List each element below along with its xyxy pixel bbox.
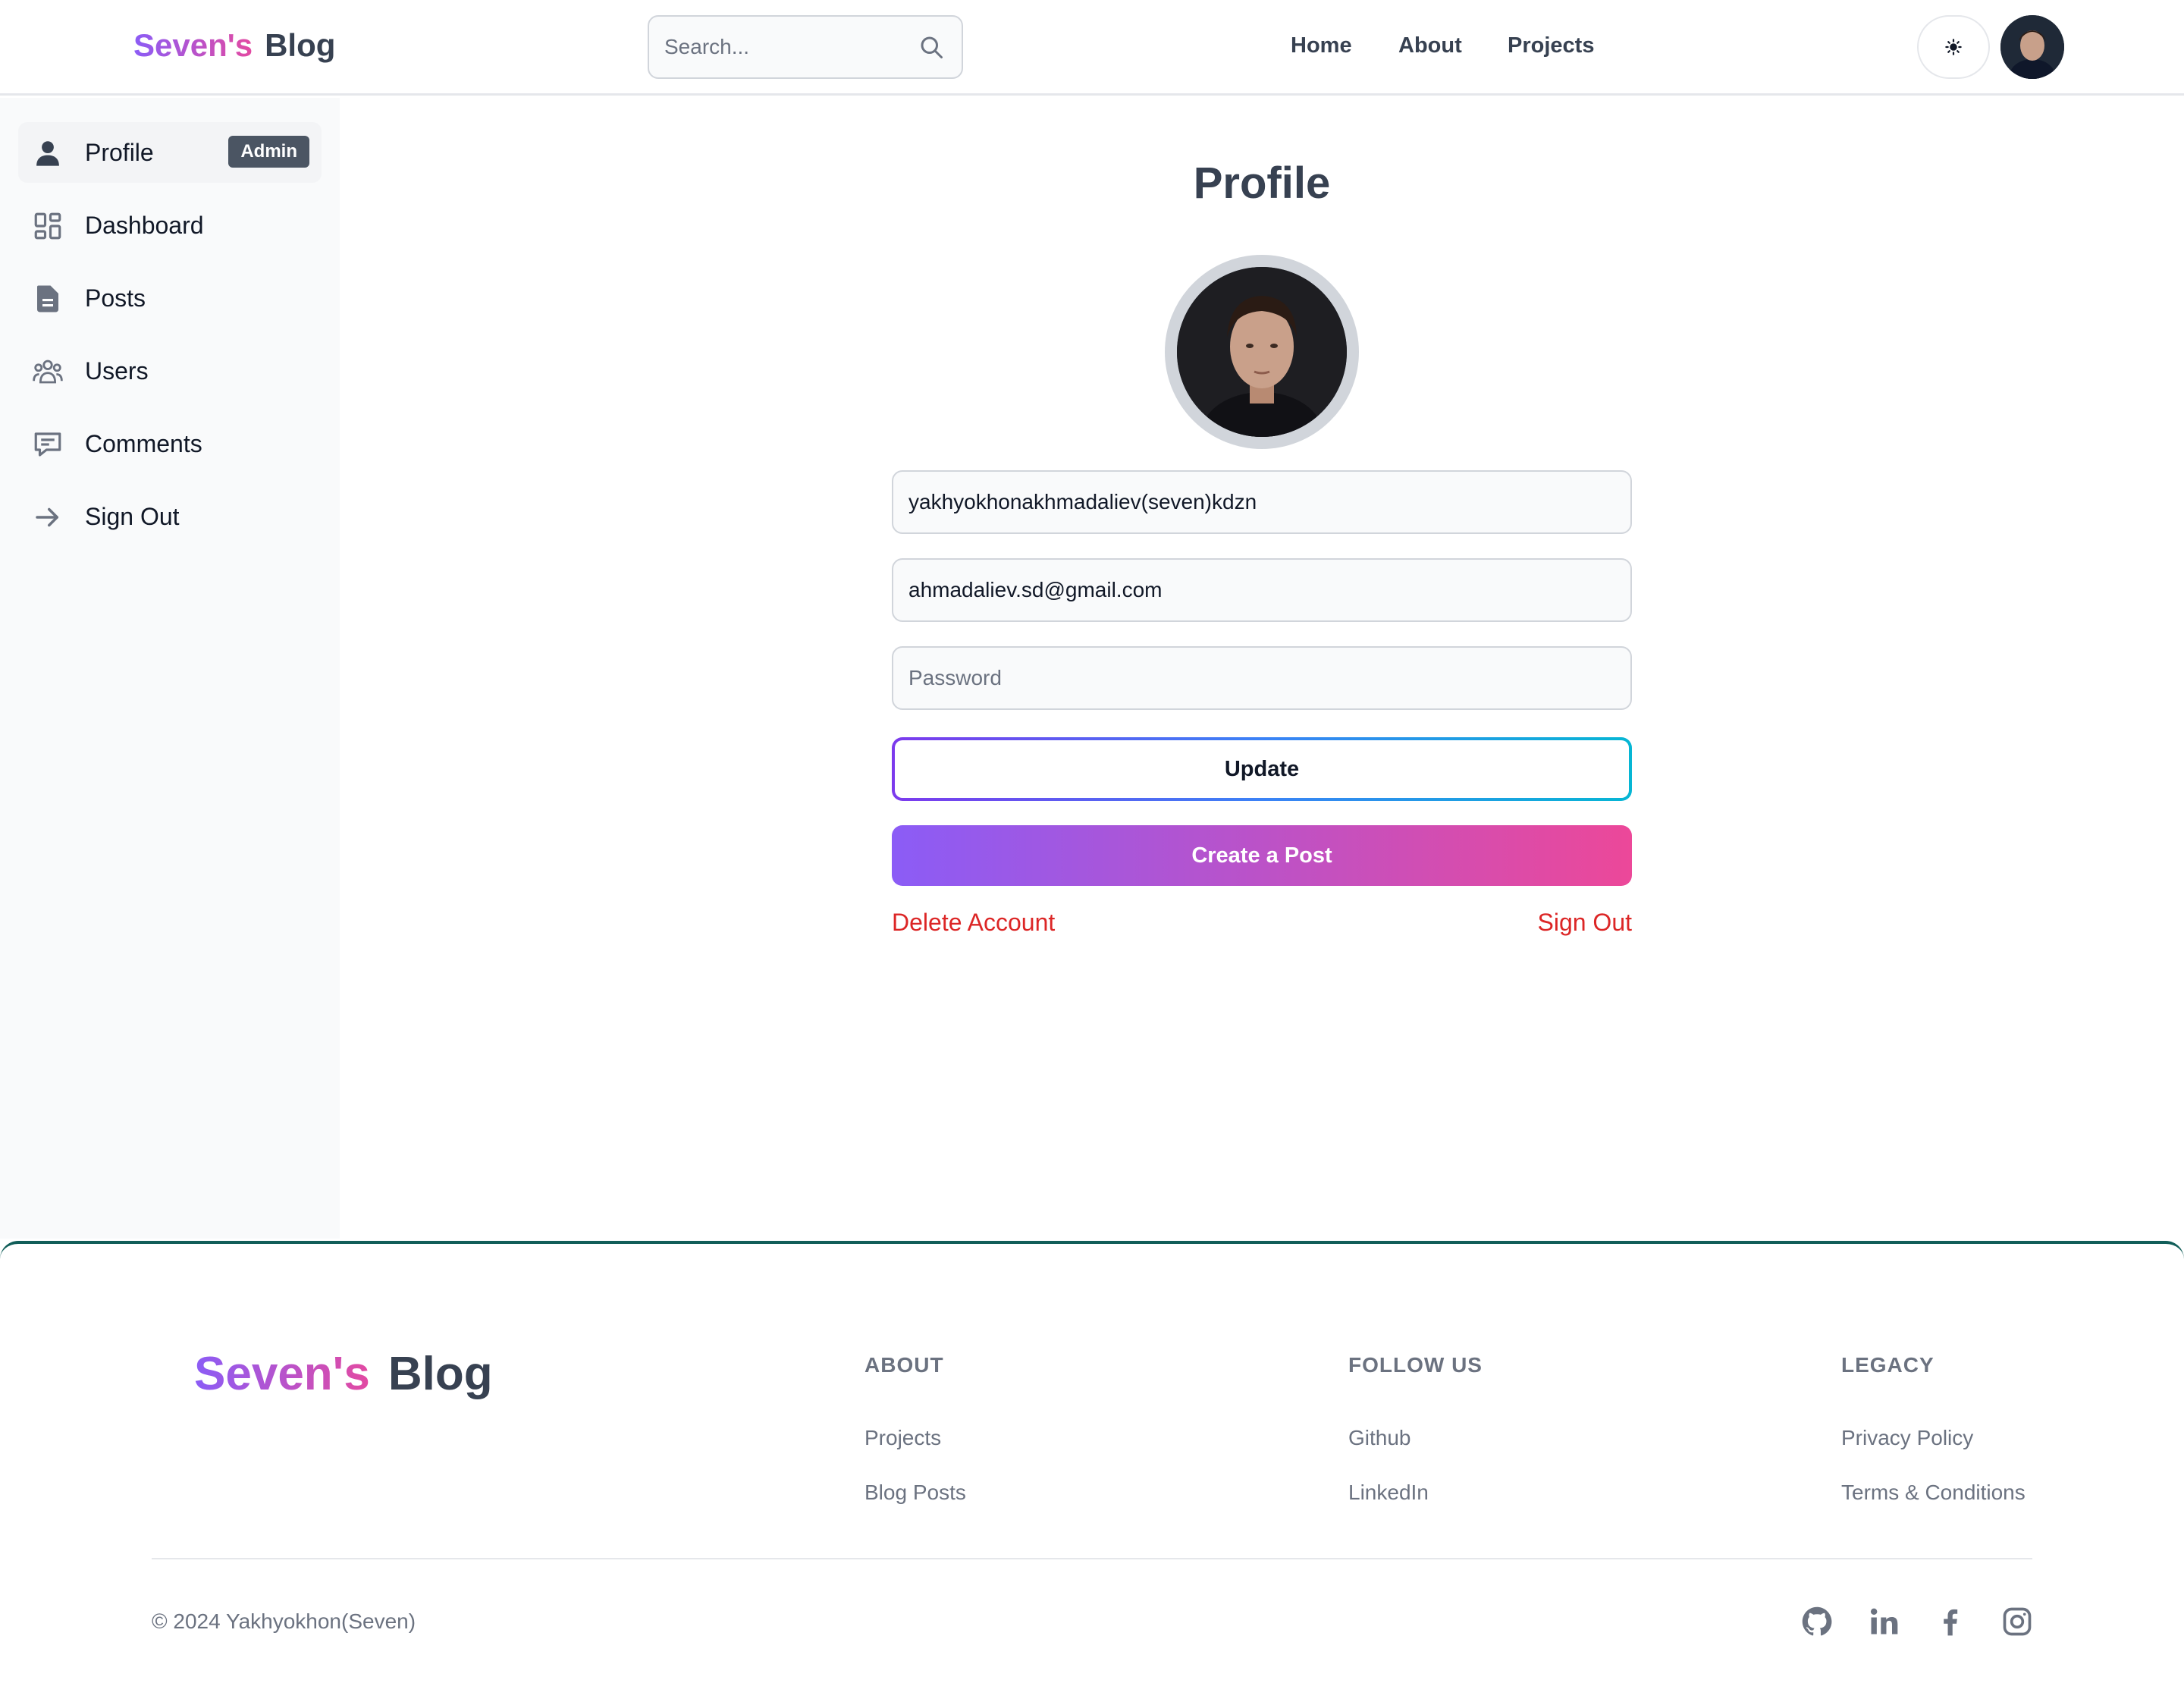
logo-word: Blog bbox=[265, 27, 336, 63]
sidebar-item-label: Posts bbox=[85, 284, 146, 312]
sidebar-item-profile[interactable]: Profile Admin bbox=[18, 122, 322, 183]
sun-icon bbox=[1945, 39, 1962, 55]
update-button-border: Update bbox=[892, 737, 1632, 801]
admin-badge: Admin bbox=[228, 136, 309, 168]
user-icon bbox=[36, 141, 59, 166]
delete-account-link[interactable]: Delete Account bbox=[892, 909, 1055, 937]
footer-column-follow-us: FOLLOW US Github LinkedIn bbox=[1348, 1353, 1483, 1504]
sidebar-item-comments[interactable]: Comments bbox=[18, 413, 322, 474]
footer-heading: ABOUT bbox=[864, 1353, 944, 1377]
linkedin-icon[interactable] bbox=[1867, 1605, 1900, 1638]
footer-heading: FOLLOW US bbox=[1348, 1353, 1483, 1377]
sidebar-item-sign-out[interactable]: Sign Out bbox=[18, 486, 322, 547]
update-button[interactable]: Update bbox=[895, 740, 1629, 798]
footer-link-privacy-policy[interactable]: Privacy Policy bbox=[1841, 1426, 1973, 1450]
create-post-button[interactable]: Create a Post bbox=[892, 825, 1632, 886]
footer-link-terms[interactable]: Terms & Conditions bbox=[1841, 1481, 2026, 1505]
search-input[interactable] bbox=[664, 17, 907, 77]
chat-icon bbox=[34, 432, 61, 457]
page-title: Profile bbox=[1193, 159, 1331, 208]
avatar-photo bbox=[2000, 15, 2064, 79]
sidebar-item-dashboard[interactable]: Dashboard bbox=[18, 195, 322, 256]
theme-toggle-button[interactable] bbox=[1917, 15, 1990, 79]
footer-column-legacy: LEGACY Privacy Policy Terms & Conditions bbox=[1841, 1353, 2026, 1504]
user-avatar[interactable] bbox=[2000, 15, 2064, 79]
logo-brand: Seven's bbox=[194, 1348, 388, 1400]
sidebar-item-label: Sign Out bbox=[85, 503, 180, 530]
dashboard-grid-icon bbox=[34, 212, 61, 240]
sidebar: Profile Admin Dashboard Posts Users Comm… bbox=[0, 98, 340, 1239]
users-group-icon bbox=[33, 360, 63, 384]
document-icon bbox=[37, 285, 58, 312]
footer-link-blog-posts[interactable]: Blog Posts bbox=[864, 1481, 966, 1505]
nav-about[interactable]: About bbox=[1398, 33, 1462, 58]
sidebar-item-posts[interactable]: Posts bbox=[18, 268, 322, 328]
arrow-right-icon bbox=[36, 507, 58, 527]
avatar-photo bbox=[1177, 267, 1347, 437]
footer-link-projects[interactable]: Projects bbox=[864, 1426, 941, 1450]
password-field[interactable] bbox=[892, 646, 1632, 710]
footer-link-github[interactable]: Github bbox=[1348, 1426, 1411, 1450]
username-field[interactable] bbox=[892, 470, 1632, 534]
nav-projects[interactable]: Projects bbox=[1508, 33, 1594, 58]
sidebar-item-label: Comments bbox=[85, 430, 202, 457]
email-field[interactable] bbox=[892, 558, 1632, 622]
profile-avatar[interactable] bbox=[1165, 255, 1359, 449]
github-icon[interactable] bbox=[1800, 1605, 1834, 1638]
sidebar-item-label: Dashboard bbox=[85, 212, 204, 239]
search-box bbox=[648, 15, 963, 79]
top-navbar: Seven'sBlog Home About Projects bbox=[0, 0, 2184, 96]
footer-divider bbox=[152, 1558, 2032, 1559]
sidebar-item-users[interactable]: Users bbox=[18, 341, 322, 401]
footer-column-about: ABOUT Projects Blog Posts bbox=[864, 1353, 966, 1504]
footer-logo[interactable]: Seven's Blog bbox=[194, 1347, 493, 1401]
logo-word: Blog bbox=[388, 1348, 493, 1400]
instagram-icon[interactable] bbox=[2000, 1605, 2034, 1638]
sidebar-item-label: Profile bbox=[85, 139, 154, 166]
footer-heading: LEGACY bbox=[1841, 1353, 1935, 1377]
sign-out-link[interactable]: Sign Out bbox=[1537, 909, 1632, 937]
facebook-icon[interactable] bbox=[1934, 1605, 1967, 1638]
nav-home[interactable]: Home bbox=[1291, 33, 1352, 58]
copyright-text: © 2024 Yakhyokhon(Seven) bbox=[152, 1609, 416, 1633]
search-icon[interactable] bbox=[918, 33, 945, 61]
sidebar-item-label: Users bbox=[85, 357, 149, 385]
footer: Seven's Blog ABOUT Projects Blog Posts FO… bbox=[0, 1241, 2184, 1702]
footer-link-linkedin[interactable]: LinkedIn bbox=[1348, 1481, 1429, 1505]
logo-brand: Seven's bbox=[133, 27, 265, 63]
site-logo[interactable]: Seven's Blog bbox=[133, 27, 335, 64]
